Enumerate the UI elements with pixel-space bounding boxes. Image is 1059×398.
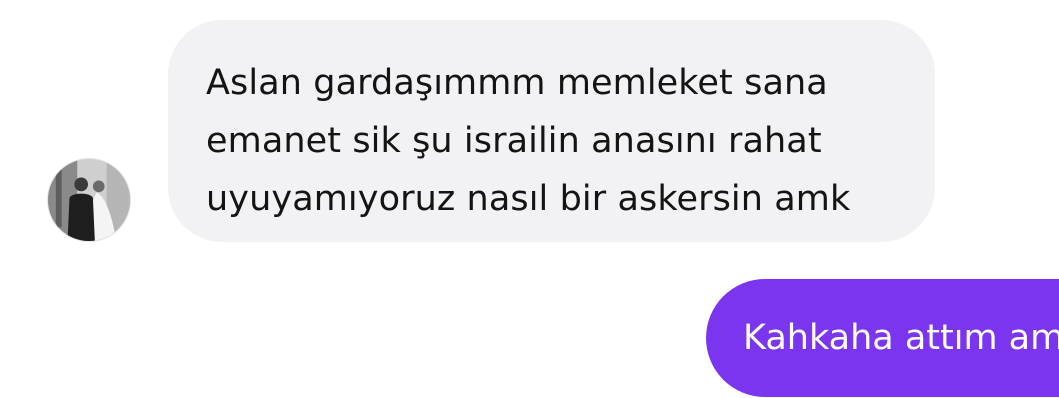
avatar-photo-icon	[48, 159, 130, 241]
contact-avatar[interactable]	[47, 158, 131, 242]
incoming-message-bubble[interactable]: Aslan gardaşımmm memleket sana emanet si…	[168, 20, 935, 242]
chat-thread: Aslan gardaşımmm memleket sana emanet si…	[0, 0, 1059, 398]
outgoing-message-bubble[interactable]: Kahkaha attım amk	[706, 279, 1059, 397]
